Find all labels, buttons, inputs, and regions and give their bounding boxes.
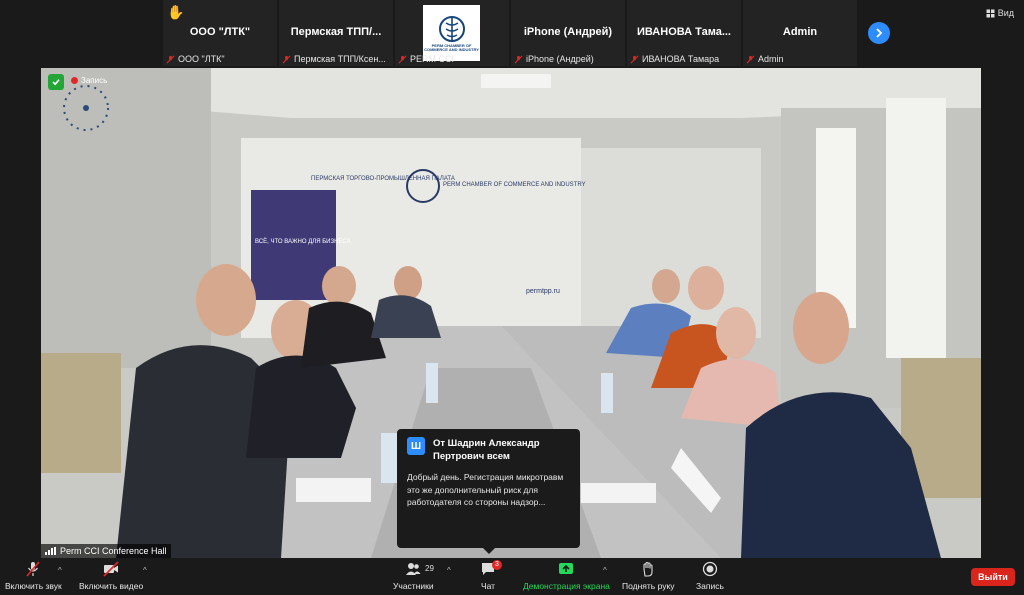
mic-off-icon [166,55,175,63]
participant-footer-label: PERM CCI [410,54,455,64]
participant-footer: Пермская ТПП/Ксен... [282,54,390,64]
participant-name: Пермская ТПП/... [290,26,382,38]
video-options-caret[interactable]: ^ [143,566,147,575]
next-page-button[interactable] [868,22,890,44]
participant-footer: ООО "ЛТК" [166,54,274,64]
view-label: Вид [997,8,1014,18]
recording-label: Запись [81,76,108,85]
chat-message: Добрый день. Регистрация микротравм это … [407,472,564,507]
share-options-caret[interactable]: ^ [603,566,607,575]
mic-off-icon [398,55,407,63]
participant-name: Admin [782,26,818,38]
raised-hand-icon: ✋ [167,4,185,20]
participant-name: ООО "ЛТК" [189,26,251,38]
participant-footer-label: Пермская ТПП/Ксен... [294,54,386,64]
raise-hand-label: Поднять руку [622,581,675,591]
record-button[interactable]: Запись [696,561,724,591]
chat-notification-popup[interactable]: Ш От Шадрин Александр Пертрович всем Доб… [397,429,580,554]
participants-icon [406,563,421,575]
participant-tile-perm-tpp[interactable]: Пермская ТПП/... Пермская ТПП/Ксен... [279,0,393,66]
leave-meeting-button[interactable]: Выйти [971,568,1015,586]
participant-tile-ltk[interactable]: ✋ ООО "ЛТК" ООО "ЛТК" [163,0,277,66]
participant-footer: Admin [746,54,854,64]
grid-view-icon [986,9,995,17]
participants-options-caret[interactable]: ^ [447,566,451,575]
mic-off-icon [514,55,523,63]
chevron-right-icon [876,28,883,38]
participant-footer-label: iPhone (Андрей) [526,54,594,64]
security-shield-icon[interactable] [48,74,64,90]
participant-footer-label: Admin [758,54,784,64]
logo-text: PERM CHAMBER OF COMMERCE AND INDUSTRY [424,43,479,52]
share-screen-button[interactable]: Демонстрация экрана [523,561,610,591]
signal-bars-icon [45,547,56,555]
unmute-button[interactable]: Включить звук [5,561,62,591]
raise-hand-icon [643,561,653,577]
participants-count: 29 [425,564,434,573]
share-screen-icon [559,563,574,574]
start-video-label: Включить видео [79,581,144,591]
wall-text-en: PERM CHAMBER OF COMMERCE AND INDUSTRY [443,182,586,188]
zoom-meeting-window: ✋ ООО "ЛТК" ООО "ЛТК" Пермская ТПП/... П… [0,0,1024,595]
start-video-button[interactable]: Включить видео [79,561,143,591]
active-speaker-label: Perm CCI Conference Hall [41,544,171,558]
perm-cci-logo: PERM CHAMBER OF COMMERCE AND INDUSTRY [423,5,480,61]
mic-off-icon [26,561,40,577]
participant-name: iPhone (Андрей) [523,26,613,38]
record-label: Запись [696,581,724,591]
chat-label: Чат [480,581,496,591]
participant-tile-ivanova[interactable]: ИВАНОВА Тама... ИВАНОВА Тамара [627,0,741,66]
wall-text-ru: ПЕРМСКАЯ ТОРГОВО-ПРОМЫШЛЕННАЯ ПАЛАТА [311,176,455,182]
participant-name: ИВАНОВА Тама... [637,26,731,38]
participant-footer: iPhone (Андрей) [514,54,622,64]
mic-off-icon [746,55,755,63]
participant-footer: ИВАНОВА Тамара [630,54,738,64]
video-off-icon [103,561,119,577]
mic-off-icon [630,55,639,63]
mic-off-icon [282,55,291,63]
recording-dot-icon [71,77,78,84]
chat-unread-badge: 3 [492,560,502,570]
speaker-name: Perm CCI Conference Hall [60,546,167,556]
participant-tile-iphone[interactable]: iPhone (Андрей) iPhone (Андрей) [511,0,625,66]
participant-footer-label: ООО "ЛТК" [178,54,225,64]
sender-avatar: Ш [407,437,425,455]
chat-popup-header: Ш От Шадрин Александр Пертрович всем [407,437,570,463]
raise-hand-button[interactable]: Поднять руку [622,561,675,591]
participant-footer-label: ИВАНОВА Тамара [642,54,720,64]
chamber-emblem-icon [438,16,465,42]
share-screen-label: Демонстрация экрана [523,581,610,591]
participant-footer: PERM CCI [398,54,506,64]
meeting-toolbar: Включить звук ^ Включить видео ^ Участни… [0,558,1024,595]
participants-label: Участники [393,581,434,591]
wall-url: permtpp.ru [526,288,560,295]
banner-text: ВСЁ, ЧТО ВАЖНО ДЛЯ БИЗНЕСА [255,238,351,245]
record-icon [702,561,718,577]
chat-button[interactable]: 3 Чат [480,560,502,591]
participant-tile-perm-cci[interactable]: PERM CHAMBER OF COMMERCE AND INDUSTRY PE… [395,0,509,66]
recording-indicator: Запись [71,76,107,85]
participant-tile-admin[interactable]: Admin Admin [743,0,857,66]
view-button[interactable]: Вид [986,8,1014,18]
audio-options-caret[interactable]: ^ [58,566,62,575]
chat-sender: От Шадрин Александр Пертрович всем [433,438,540,462]
unmute-label: Включить звук [5,581,62,591]
participant-strip: ✋ ООО "ЛТК" ООО "ЛТК" Пермская ТПП/... П… [163,0,857,66]
